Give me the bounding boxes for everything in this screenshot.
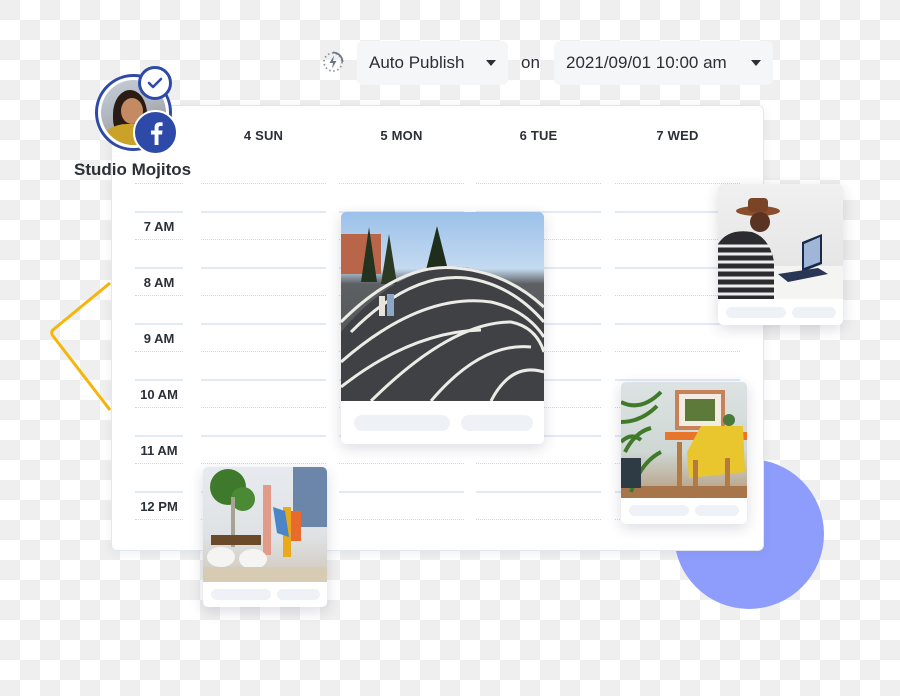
grid-line-solid: [201, 267, 326, 269]
publish-mode-value: Auto Publish: [369, 53, 465, 72]
day-header-wed: 7 WED: [656, 128, 699, 143]
grid-line-solid: [135, 435, 183, 437]
publish-datetime-value: 2021/09/01 10:00 am: [566, 53, 727, 72]
grid-line-solid: [135, 211, 183, 213]
grid-line-dotted: [201, 183, 326, 184]
grid-line-dotted: [201, 463, 326, 464]
day-header-sun: 4 SUN: [243, 128, 284, 143]
on-label: on: [521, 53, 540, 72]
grid-line-dotted: [339, 519, 464, 520]
grid-line-dotted: [339, 183, 464, 184]
post-card-office-lobby[interactable]: [203, 467, 327, 607]
post-placeholder-bar: [792, 307, 836, 318]
grid-line-solid: [476, 491, 601, 493]
post-placeholder-bar: [211, 589, 271, 600]
grid-line-dotted: [476, 463, 601, 464]
time-label: 10 AM: [140, 387, 178, 402]
post-placeholder-bar: [354, 415, 450, 431]
grid-line-dotted: [135, 463, 183, 464]
grid-line-dotted: [135, 183, 183, 184]
grid-line-dotted: [135, 519, 183, 520]
time-label: 8 AM: [143, 275, 175, 290]
post-card-yellow-armchair[interactable]: [621, 382, 747, 524]
grid-line-solid: [135, 323, 183, 325]
post-placeholder-bar: [695, 505, 739, 516]
post-card-striped-hill[interactable]: [341, 212, 544, 444]
post-placeholder-bar: [726, 307, 786, 318]
auto-publish-bolt-icon: [323, 51, 344, 72]
post-placeholder-bar: [461, 415, 533, 431]
grid-line-dotted: [135, 407, 183, 408]
time-label: 12 PM: [140, 499, 178, 514]
time-label: 11 AM: [140, 443, 178, 458]
publish-mode-dropdown[interactable]: Auto Publish: [357, 41, 508, 85]
chevron-down-icon: [486, 60, 496, 66]
post-card-man-laptop[interactable]: [718, 184, 843, 325]
grid-line-dotted: [476, 519, 601, 520]
grid-line-solid: [201, 435, 326, 437]
day-header-tue: 6 TUE: [519, 128, 558, 143]
facebook-icon: [133, 110, 178, 155]
grid-line-dotted: [201, 407, 326, 408]
account-name: Studio Mojitos: [74, 160, 192, 179]
post-image-striped-hill: [341, 212, 544, 401]
grid-line-dotted: [201, 239, 326, 240]
grid-line-dotted: [135, 295, 183, 296]
grid-line-solid: [201, 211, 326, 213]
grid-line-dotted: [201, 295, 326, 296]
post-placeholder-bar: [629, 505, 689, 516]
grid-line-dotted: [615, 351, 740, 352]
post-placeholder-bar: [277, 589, 320, 600]
post-image-man-laptop: [718, 184, 843, 299]
grid-line-dotted: [201, 351, 326, 352]
grid-line-solid: [135, 379, 183, 381]
time-label: 9 AM: [143, 331, 175, 346]
time-label: 7 AM: [143, 219, 175, 234]
chevron-down-icon: [751, 60, 761, 66]
grid-line-solid: [135, 267, 183, 269]
grid-line-dotted: [476, 183, 601, 184]
post-image-office-lobby: [203, 467, 327, 582]
grid-line-solid: [201, 323, 326, 325]
grid-line-solid: [135, 491, 183, 493]
grid-line-solid: [615, 379, 740, 381]
grid-line-solid: [339, 491, 464, 493]
verified-check-icon: [138, 66, 172, 100]
day-header-mon: 5 MON: [380, 128, 423, 143]
decorative-triangle-outline: [50, 281, 112, 411]
grid-line-dotted: [135, 351, 183, 352]
publish-datetime-dropdown[interactable]: 2021/09/01 10:00 am: [554, 41, 773, 85]
grid-line-dotted: [339, 463, 464, 464]
grid-line-solid: [201, 379, 326, 381]
post-image-yellow-armchair: [621, 382, 747, 498]
grid-line-dotted: [135, 239, 183, 240]
